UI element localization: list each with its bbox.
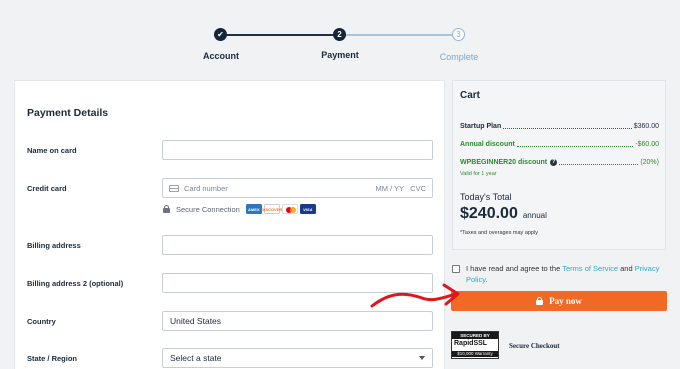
visa-icon: VISA [299, 204, 316, 214]
cart-row-amount: $360.00 [633, 123, 659, 130]
terms-text-prefix: I have read and agree to the [466, 264, 563, 273]
cart-row-coupon: WPBEGINNER20 discount ? (20%) [460, 159, 659, 166]
credit-card-label: Credit card [27, 184, 67, 193]
step-complete-marker: 3 [452, 28, 465, 41]
name-on-card-input[interactable] [162, 140, 433, 160]
credit-card-input[interactable]: Card number MM / YY CVC [162, 178, 433, 198]
step-payment-label: Payment [321, 50, 359, 60]
billing-address-2-label: Billing address 2 (optional) [27, 279, 124, 288]
billing-address-label: Billing address [27, 241, 81, 250]
secure-connection-text: Secure Connection [176, 204, 240, 214]
state-region-value: Select a state [170, 353, 222, 363]
terms-checkbox[interactable] [452, 265, 460, 273]
chevron-down-icon [419, 356, 425, 360]
terms-text-and: and [618, 264, 635, 273]
ssl-badge-top: SECURED BY [452, 332, 498, 339]
dotted-leader [516, 146, 634, 147]
payment-details-title: Payment Details [27, 107, 109, 119]
terms-text: I have read and agree to the Terms of Se… [466, 263, 667, 285]
dotted-leader [559, 164, 639, 165]
cart-panel: Cart Startup Plan $360.00 Annual discoun… [452, 80, 666, 250]
lock-icon [536, 297, 544, 305]
rapidssl-badge: SECURED BY RapidSSL $10,000 Warranty [451, 331, 499, 359]
stepper-line-complete [221, 34, 340, 36]
coupon-valid-note: Valid for 1 year [460, 171, 497, 177]
country-label: Country [27, 317, 56, 326]
mastercard-icon [281, 204, 298, 214]
step-account-check-icon: ✔ [214, 28, 227, 41]
checkout-stepper: ✔ 2 3 Account Payment Complete [0, 0, 680, 72]
step-payment-marker: 2 [333, 28, 346, 41]
cart-row-label: Startup Plan [460, 123, 502, 130]
name-on-card-label: Name on card [27, 146, 77, 155]
cart-row-label: WPBEGINNER20 discount [460, 159, 548, 166]
credit-card-icon [169, 184, 179, 192]
cart-row-amount: (20%) [640, 159, 659, 166]
state-region-select[interactable]: Select a state [162, 348, 433, 368]
card-expiry-placeholder: MM / YY [375, 183, 405, 193]
annotation-arrow-icon [370, 283, 460, 308]
terms-of-service-link[interactable]: Terms of Service [562, 264, 618, 273]
discover-icon: DISCOVER [261, 204, 282, 214]
terms-text-period: . [485, 275, 488, 284]
today-total-label: Today's Total [460, 192, 512, 202]
cart-row-amount: -$60.00 [635, 141, 659, 148]
billing-address-input[interactable] [162, 235, 433, 255]
dotted-leader [503, 128, 632, 129]
lock-icon [163, 205, 170, 213]
cart-row-annual-discount: Annual discount -$60.00 [460, 141, 659, 148]
total-unit: annual [522, 211, 547, 220]
state-region-label: State / Region [27, 354, 78, 363]
cart-title: Cart [460, 90, 481, 101]
card-number-placeholder: Card number [184, 183, 228, 193]
tax-note: *Taxes and overages may apply [460, 230, 538, 236]
step-complete-label: Complete [439, 52, 479, 62]
terms-agreement: I have read and agree to the Terms of Se… [452, 263, 667, 285]
country-select[interactable]: United States [162, 311, 433, 331]
ssl-badge-warranty: $10,000 Warranty [452, 351, 498, 357]
ssl-badge-brand: RapidSSL [454, 340, 488, 347]
card-cvc-placeholder: CVC [410, 183, 426, 193]
cart-row-plan: Startup Plan $360.00 [460, 123, 659, 130]
total-amount: $240.00 [460, 205, 518, 222]
cart-row-label: Annual discount [460, 141, 515, 148]
total-row: $240.00 annual [460, 205, 547, 223]
pay-now-label: Pay now [549, 296, 582, 306]
step-account-label: Account [203, 51, 239, 61]
amex-icon: AMEX [245, 204, 262, 214]
secure-checkout-text: Secure Checkout [509, 342, 560, 350]
payment-details-card: Payment Details Name on card Credit card… [14, 80, 445, 369]
secure-connection-row: Secure Connection AMEX DISCOVER VISA [163, 204, 316, 214]
stepper-line-pending [340, 34, 459, 36]
help-icon[interactable]: ? [550, 159, 558, 166]
pay-now-button[interactable]: Pay now [451, 291, 667, 311]
